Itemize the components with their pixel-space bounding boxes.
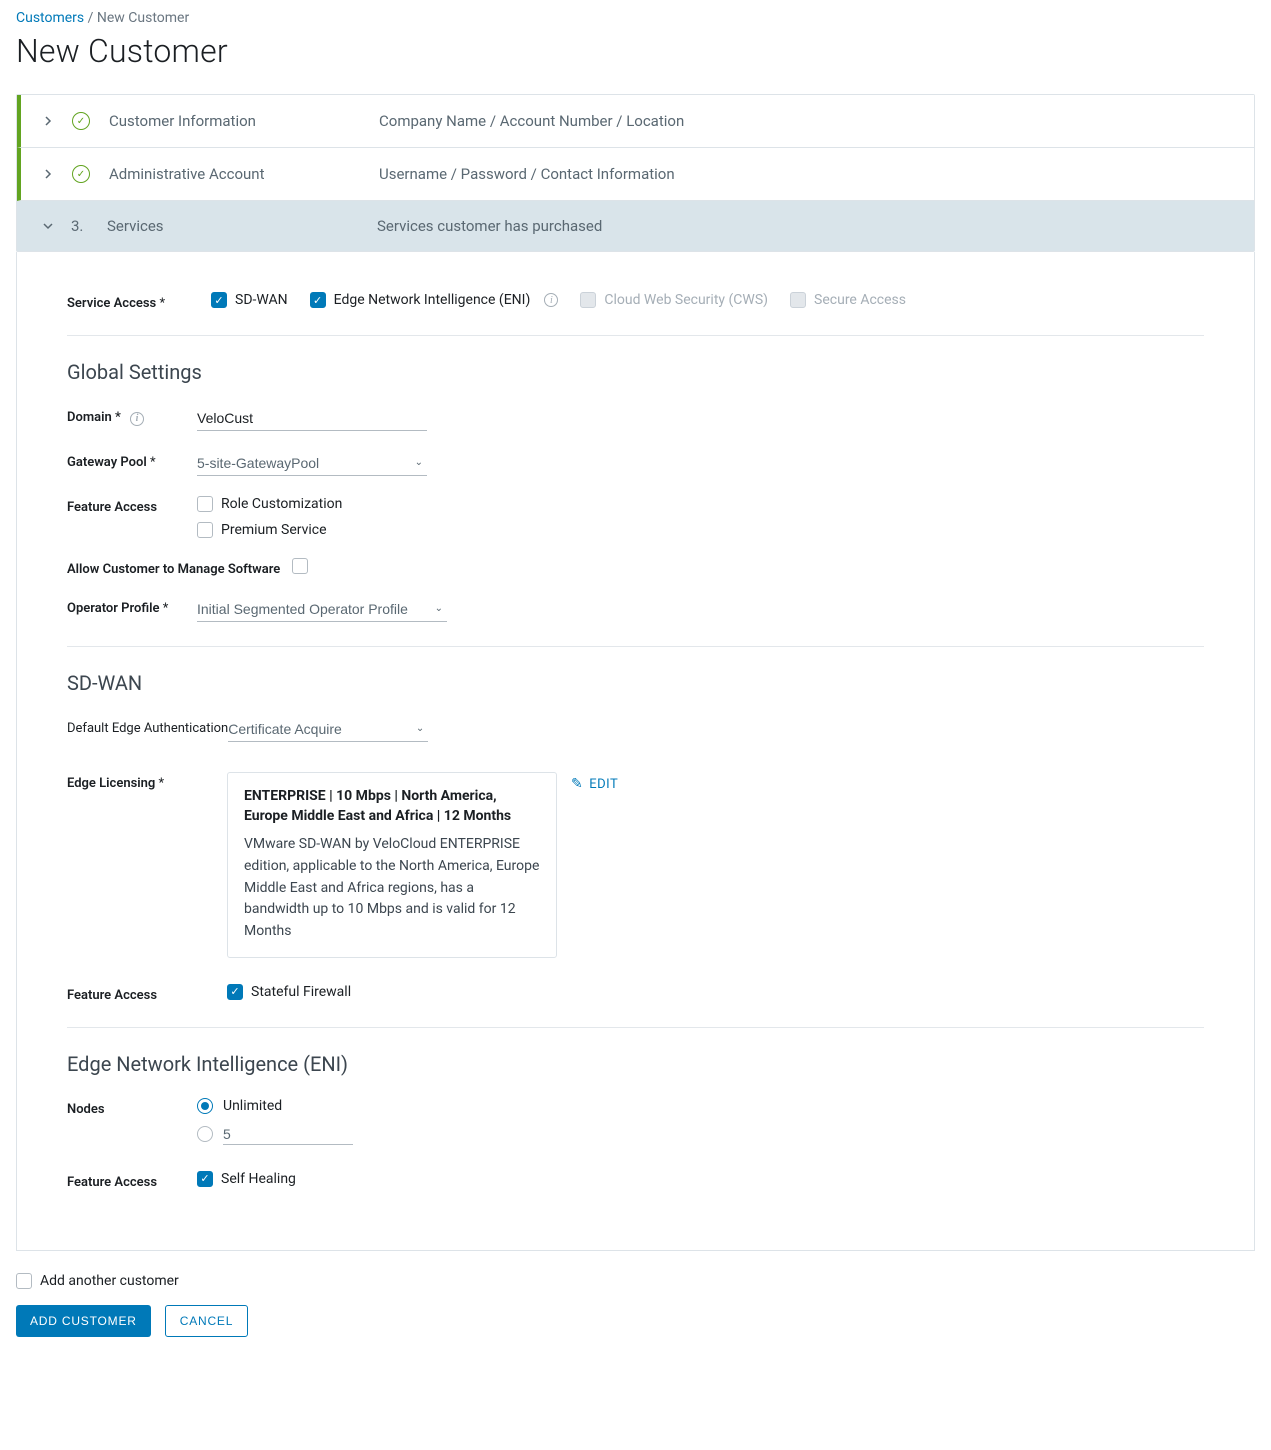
checkbox-label: Add another customer (40, 1273, 179, 1289)
step-administrative-account[interactable]: ✓ Administrative Account Username / Pass… (17, 148, 1254, 201)
checkbox-self-healing[interactable]: ✓ Self Healing (197, 1171, 296, 1187)
check-circle-icon: ✓ (71, 111, 91, 131)
breadcrumb-current: New Customer (97, 10, 189, 26)
cancel-button[interactable]: CANCEL (165, 1305, 248, 1337)
eni-feature-access-label: Feature Access (67, 1171, 197, 1190)
operator-profile-select[interactable]: Initial Segmented Operator Profile (197, 597, 447, 622)
step-desc: Username / Password / Contact Informatio… (379, 165, 675, 183)
checkbox-icon: ✓ (197, 1171, 213, 1187)
checkbox-icon: ✓ (310, 292, 326, 308)
sdwan-feature-access-label: Feature Access (67, 984, 227, 1003)
checkbox-cws: Cloud Web Security (CWS) (580, 292, 768, 308)
add-customer-button[interactable]: ADD CUSTOMER (16, 1305, 151, 1337)
checkbox-label: Secure Access (814, 292, 906, 308)
step-title: Administrative Account (109, 165, 379, 183)
edge-licensing-label: Edge Licensing (67, 772, 227, 791)
checkbox-stateful-firewall[interactable]: ✓ Stateful Firewall (227, 984, 351, 1000)
checkbox-label: Self Healing (221, 1171, 296, 1187)
chevron-down-icon (39, 217, 57, 235)
breadcrumb-root-link[interactable]: Customers (16, 10, 84, 26)
check-circle-icon: ✓ (71, 164, 91, 184)
step-desc: Company Name / Account Number / Location (379, 112, 684, 130)
checkbox-role-customization[interactable]: Role Customization (197, 496, 342, 512)
checkbox-label: SD-WAN (235, 292, 288, 308)
info-icon[interactable]: i (130, 412, 144, 426)
nodes-label: Nodes (67, 1098, 197, 1117)
operator-profile-label: Operator Profile (67, 597, 197, 616)
license-description: VMware SD-WAN by VeloCloud ENTERPRISE ed… (244, 834, 540, 942)
step-number: 3. (71, 217, 89, 235)
checkbox-sdwan[interactable]: ✓ SD-WAN (211, 292, 288, 308)
edit-license-link[interactable]: ✎ EDIT (571, 772, 618, 792)
checkbox-icon: ✓ (227, 984, 243, 1000)
checkbox-icon (197, 522, 213, 538)
radio-label: Unlimited (223, 1098, 282, 1114)
default-edge-auth-select[interactable]: Certificate Acquire (228, 717, 428, 742)
chevron-right-icon (39, 112, 57, 130)
chevron-right-icon (39, 165, 57, 183)
radio-custom[interactable] (197, 1124, 353, 1145)
step-customer-information[interactable]: ✓ Customer Information Company Name / Ac… (17, 95, 1254, 148)
checkbox-label: Edge Network Intelligence (ENI) (334, 292, 531, 308)
step-title: Customer Information (109, 112, 379, 130)
global-settings-heading: Global Settings (67, 360, 1204, 384)
step-desc: Services customer has purchased (377, 217, 602, 235)
step-title: Services (107, 217, 377, 235)
checkbox-icon (292, 558, 308, 574)
checkbox-icon (16, 1273, 32, 1289)
checkbox-label: Stateful Firewall (251, 984, 351, 1000)
radio-icon (197, 1098, 213, 1114)
checkbox-icon (580, 292, 596, 308)
step-services[interactable]: 3. Services Services customer has purcha… (17, 201, 1254, 251)
checkbox-allow-manage[interactable] (292, 558, 308, 574)
info-icon[interactable]: i (544, 293, 558, 307)
checkbox-premium-service[interactable]: Premium Service (197, 522, 342, 538)
checkbox-icon (197, 496, 213, 512)
breadcrumb: Customers / New Customer (16, 10, 1255, 26)
domain-input[interactable] (197, 406, 427, 431)
checkbox-add-another[interactable]: Add another customer (16, 1273, 179, 1289)
domain-label: Domain * i (67, 406, 197, 426)
page-title: New Customer (16, 32, 1255, 70)
license-title: ENTERPRISE | 10 Mbps | North America, Eu… (244, 787, 540, 826)
checkbox-secure-access: Secure Access (790, 292, 906, 308)
nodes-custom-input[interactable] (223, 1124, 353, 1145)
sdwan-heading: SD-WAN (67, 671, 1204, 695)
eni-heading: Edge Network Intelligence (ENI) (67, 1052, 1204, 1076)
checkbox-eni[interactable]: ✓ Edge Network Intelligence (ENI) i (310, 292, 559, 308)
feature-access-label: Feature Access (67, 496, 197, 515)
checkbox-label: Role Customization (221, 496, 342, 512)
checkbox-icon: ✓ (211, 292, 227, 308)
wizard-accordion: ✓ Customer Information Company Name / Ac… (16, 94, 1255, 252)
pencil-icon: ✎ (571, 776, 583, 792)
allow-manage-label: Allow Customer to Manage Software (67, 558, 292, 577)
gateway-pool-select[interactable]: 5-site-GatewayPool (197, 451, 427, 476)
radio-unlimited[interactable]: Unlimited (197, 1098, 353, 1114)
services-panel: Service Access ✓ SD-WAN ✓ Edge Network I… (16, 252, 1255, 1251)
checkbox-icon (790, 292, 806, 308)
gateway-pool-label: Gateway Pool (67, 451, 197, 470)
license-card: ENTERPRISE | 10 Mbps | North America, Eu… (227, 772, 557, 958)
checkbox-label: Cloud Web Security (CWS) (604, 292, 768, 308)
default-edge-auth-label: Default Edge Authentication (67, 717, 228, 736)
edit-label: EDIT (589, 777, 618, 792)
checkbox-label: Premium Service (221, 522, 327, 538)
radio-icon (197, 1126, 213, 1142)
service-access-label: Service Access (67, 292, 197, 311)
